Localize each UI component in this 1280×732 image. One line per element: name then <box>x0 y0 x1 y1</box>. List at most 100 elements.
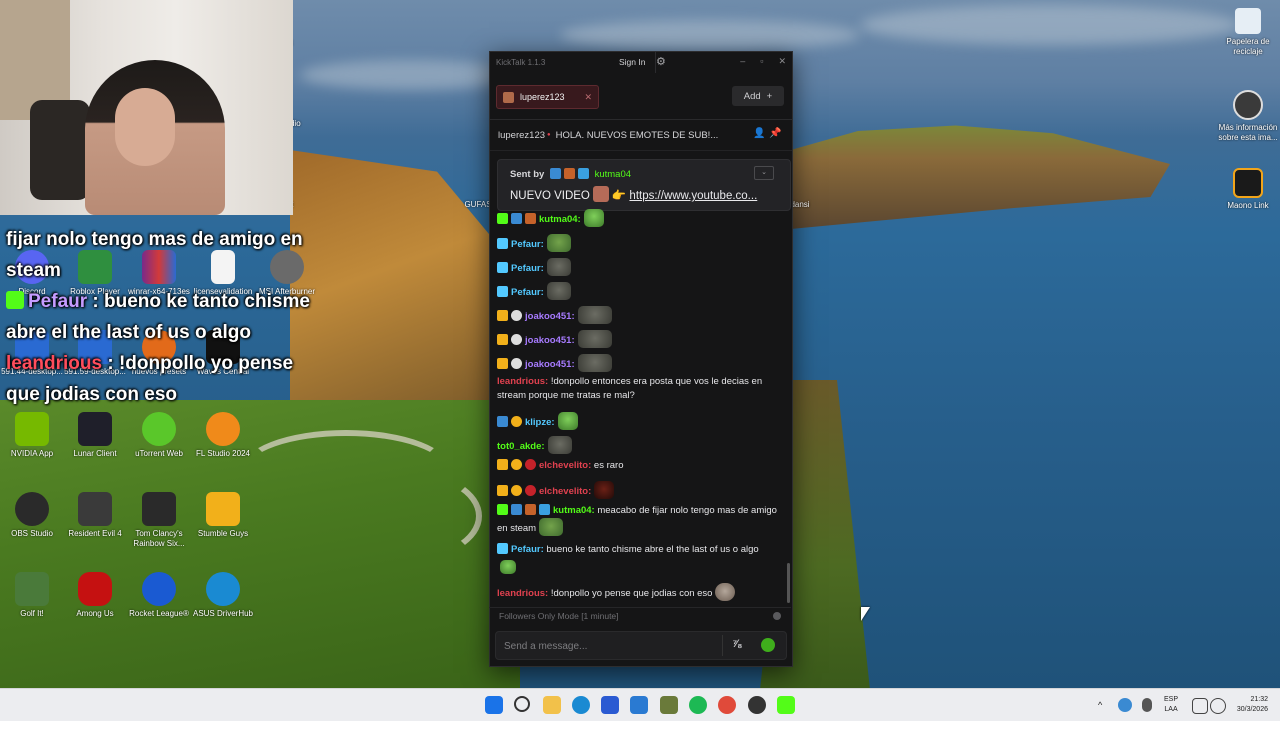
edge-icon[interactable] <box>572 696 590 714</box>
chat-username[interactable]: Pefaur: <box>511 239 544 250</box>
add-label: Add <box>743 90 761 102</box>
chat-username[interactable]: elchevelito: <box>539 460 591 471</box>
icon-label: Lunar Client <box>73 449 117 458</box>
minimize-icon[interactable]: – <box>740 56 745 67</box>
spotify-icon[interactable] <box>689 696 707 714</box>
fl-studio-icon <box>206 412 240 446</box>
pinned-message[interactable]: Sent by kutma04 ⌄ NUEVO VIDEO 👉 https://w… <box>497 159 791 211</box>
search-icon[interactable] <box>514 696 530 712</box>
taskbar: ^ ESP LAA 21:32 30/3/2026 <box>0 688 1280 721</box>
chat-username[interactable]: joakoo451: <box>525 311 575 322</box>
pinned-link[interactable]: https://www.youtube.co... <box>629 190 757 202</box>
chat-username[interactable]: kutma04: <box>539 214 581 225</box>
network-icon[interactable] <box>1118 698 1132 712</box>
tab-label: luperez123 <box>520 92 565 102</box>
chevron-down-icon[interactable]: ⌄ <box>754 166 774 180</box>
rainbow-desktop-icon[interactable]: Tom Clancy's Rainbow Six... <box>127 492 191 549</box>
chat-username[interactable]: Pefaur: <box>511 263 544 274</box>
among-desktop-icon[interactable]: Among Us <box>63 572 127 619</box>
nvidia-desktop-icon[interactable]: NVIDIA App <box>0 412 64 459</box>
message-input[interactable] <box>502 636 716 656</box>
gear-icon[interactable]: ⚙ <box>656 55 666 68</box>
volume-icon[interactable] <box>1210 698 1226 714</box>
overlay-line: abre el the last of us o algo <box>6 322 251 343</box>
chevron-up-icon[interactable]: ^ <box>1098 700 1102 732</box>
lunar-desktop-icon[interactable]: Lunar Client <box>63 412 127 459</box>
rocket-desktop-icon[interactable]: Rocket League® <box>127 572 191 619</box>
time: 21:32 <box>1250 696 1268 703</box>
maximize-icon[interactable]: ▫ <box>760 56 763 67</box>
maono-desktop-icon[interactable]: Maono Link <box>1218 168 1278 211</box>
chat-username[interactable]: leandrious: <box>497 376 548 387</box>
tab-luperez123[interactable]: luperez123 ✕ <box>496 85 599 109</box>
badge-icon <box>497 504 508 515</box>
emote-icon <box>594 481 615 499</box>
chat-username[interactable]: elchevelito: <box>539 486 591 497</box>
chrome-icon[interactable] <box>718 696 736 714</box>
file-explorer-icon[interactable] <box>543 696 561 714</box>
recycle-bin-desktop-icon[interactable]: Papelera de reciclaje <box>1218 8 1278 57</box>
crown-badge-icon <box>497 310 508 321</box>
emote-icon <box>577 306 612 324</box>
road <box>330 470 482 562</box>
minecraft-icon[interactable] <box>660 696 678 714</box>
info-icon[interactable] <box>773 612 781 620</box>
outlook-icon[interactable] <box>630 696 648 714</box>
obs-desktop-icon[interactable]: OBS Studio <box>0 492 64 539</box>
chat-username[interactable]: klipze: <box>525 417 555 428</box>
badge-icon <box>497 213 508 224</box>
translate-icon[interactable]: ⅞ <box>732 638 741 650</box>
overlay-line: steam <box>6 260 61 281</box>
chat-username[interactable]: Pefaur: <box>511 287 544 298</box>
window-controls: – ▫ ✕ <box>740 56 786 67</box>
chat-message: tot0_akde: <box>497 436 781 454</box>
emote-picker-icon[interactable] <box>761 638 775 652</box>
chat-username[interactable]: leandrious: <box>497 588 548 599</box>
icon-label: NVIDIA App <box>10 449 54 458</box>
chat-username[interactable]: joakoo451: <box>525 359 575 370</box>
language-indicator[interactable]: ESP LAA <box>1164 695 1178 727</box>
chat-message: Pefaur: bueno ke tanto chisme abre el th… <box>497 543 781 556</box>
date: 30/3/2026 <box>1236 706 1268 713</box>
chat-message: joakoo451: <box>497 306 781 324</box>
add-chatroom-button[interactable]: Add + <box>732 86 784 106</box>
badge-icon <box>525 213 536 224</box>
sign-in-button[interactable]: Sign In <box>609 52 657 73</box>
chat-username[interactable]: Pefaur: <box>511 544 544 555</box>
icon-label: Resident Evil 4 <box>68 529 122 538</box>
badge-icon <box>511 504 522 515</box>
pointing-emoji: 👉 <box>611 190 627 202</box>
re4-desktop-icon[interactable]: Resident Evil 4 <box>63 492 127 539</box>
utorrent-desktop-icon[interactable]: uTorrent Web <box>127 412 191 459</box>
flstudio-desktop-icon[interactable]: FL Studio 2024 <box>191 412 255 459</box>
microphone-icon[interactable] <box>1142 698 1152 712</box>
pin-icon[interactable]: 📌 <box>769 128 781 139</box>
stream-title: HOLA. NUEVOS EMOTES DE SUB!... <box>555 129 719 141</box>
clock[interactable]: 21:32 30/3/2026 <box>1226 695 1268 727</box>
asus-driverhub-icon <box>206 572 240 606</box>
store-icon[interactable] <box>601 696 619 714</box>
lunar-client-icon <box>78 412 112 446</box>
pinned-sender: Sent by kutma04 <box>510 168 631 180</box>
icon-label: Tom Clancy's Rainbow Six... <box>133 529 185 548</box>
chat-username[interactable]: kutma04: <box>553 505 595 516</box>
overlay-username: leandrious <box>6 353 103 374</box>
chat-username[interactable]: joakoo451: <box>525 335 575 346</box>
close-tab-icon[interactable]: ✕ <box>584 92 592 103</box>
windows-start-icon[interactable] <box>485 696 503 714</box>
obs-taskbar-icon[interactable] <box>748 696 766 714</box>
user-icon[interactable]: 👤 <box>753 128 765 139</box>
badge-icon <box>511 334 522 345</box>
chat-text: bueno ke tanto chisme abre el the last o… <box>543 544 759 555</box>
kicktalk-taskbar-icon[interactable] <box>777 696 795 714</box>
stumble-desktop-icon[interactable]: Stumble Guys <box>191 492 255 539</box>
close-icon[interactable]: ✕ <box>778 56 786 67</box>
chat-scrollbar[interactable] <box>787 563 790 603</box>
display-icon[interactable] <box>1192 698 1208 714</box>
more-info-desktop-icon[interactable]: Más información sobre esta ima... <box>1218 90 1278 143</box>
rocket-league-icon <box>142 572 176 606</box>
golf-desktop-icon[interactable]: Golf It! <box>0 572 64 619</box>
asus-desktop-icon[interactable]: ASUS DriverHub <box>191 572 255 619</box>
chat-username[interactable]: tot0_akde: <box>497 441 545 452</box>
badge-icon <box>539 504 550 515</box>
